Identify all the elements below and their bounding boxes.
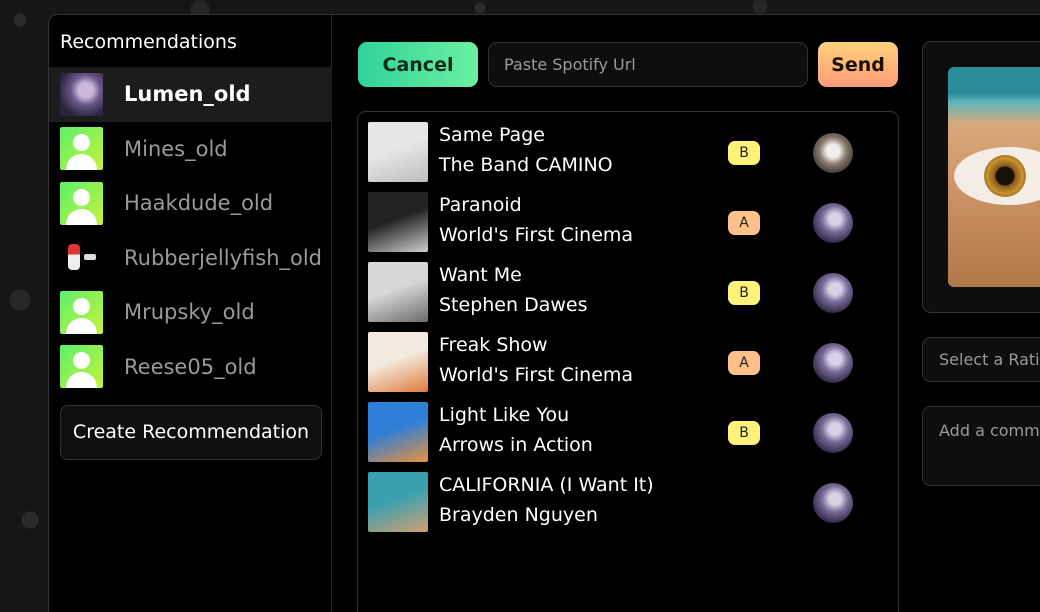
avatar-head (73, 352, 90, 370)
sidebar-item-user[interactable]: Rubberjellyfish_old (49, 231, 332, 286)
avatar-head (73, 297, 90, 315)
create-recommendation-button[interactable]: Create Recommendation (60, 405, 322, 460)
track-title: Want Me (439, 264, 522, 286)
sidebar-item-label: Mrupsky_old (124, 300, 255, 325)
track-title: Paranoid (439, 194, 522, 216)
sidebar-item-label: Haakdude_old (124, 191, 274, 216)
grade-badge: B (728, 141, 760, 165)
album-cover (368, 262, 428, 322)
grade-badge: B (728, 281, 760, 305)
album-cover (368, 122, 428, 182)
track-title: Freak Show (439, 334, 548, 356)
avatar-figure-detail (84, 254, 96, 261)
sidebar-item-user[interactable]: Haakdude_old (49, 176, 332, 231)
avatar-body (66, 208, 97, 225)
recommender-avatar (813, 413, 853, 453)
avatar-figure (68, 244, 80, 271)
sidebar-item-user[interactable]: Mrupsky_old (49, 285, 332, 340)
user-avatar (60, 181, 103, 225)
album-art-iris (984, 155, 1026, 197)
grade-badge: A (728, 211, 760, 235)
track-artist: Stephen Dawes (439, 294, 588, 316)
avatar-body (66, 317, 97, 334)
track-row[interactable]: Same Page The Band CAMINO B (368, 122, 888, 182)
recommender-avatar (813, 133, 853, 173)
sidebar: Recommendations Lumen_old Mines_old Haakdu… (49, 15, 332, 612)
user-avatar (60, 236, 103, 280)
album-art-eye (954, 147, 1040, 205)
grade-badge: A (728, 351, 760, 375)
sidebar-item-label: Lumen_old (124, 82, 251, 107)
avatar-head (73, 188, 90, 206)
spotify-url-input[interactable] (488, 42, 808, 87)
rating-select[interactable]: Select a Rating (922, 337, 1040, 382)
recommender-avatar (813, 343, 853, 383)
cancel-button[interactable]: Cancel (358, 42, 478, 87)
track-artist: The Band CAMINO (439, 154, 613, 176)
track-title: Light Like You (439, 404, 570, 426)
album-cover (368, 472, 428, 532)
track-artist: Brayden Nguyen (439, 504, 598, 526)
album-cover (368, 192, 428, 252)
sidebar-item-user[interactable]: Mines_old (49, 122, 332, 177)
sidebar-title: Recommendations (60, 31, 237, 53)
sidebar-item-label: Mines_old (124, 136, 228, 161)
user-avatar (60, 72, 103, 116)
avatar-body (66, 154, 97, 171)
album-cover (368, 332, 428, 392)
comment-input[interactable] (922, 406, 1040, 486)
app-window: Recommendations Lumen_old Mines_old Haakdu… (48, 14, 1040, 612)
track-row[interactable]: Paranoid World's First Cinema A (368, 192, 888, 252)
track-list: Same Page The Band CAMINO B Paranoid World's… (357, 111, 899, 612)
track-row[interactable]: Light Like You Arrows in Action B (368, 402, 888, 462)
track-row[interactable]: CALIFORNIA (I Want It) Brayden Nguyen (368, 472, 888, 532)
track-row[interactable]: Want Me Stephen Dawes B (368, 262, 888, 322)
recommender-avatar (813, 273, 853, 313)
album-art (948, 67, 1040, 287)
track-artist: World's First Cinema (439, 224, 634, 246)
user-avatar (60, 345, 103, 389)
sidebar-item-label: Reese05_old (124, 354, 257, 379)
sidebar-item-user[interactable]: Lumen_old (49, 67, 332, 122)
user-list: Lumen_old Mines_old Haakdude_old Rubberjell… (49, 67, 332, 394)
track-row[interactable]: Freak Show World's First Cinema A (368, 332, 888, 392)
sidebar-item-user[interactable]: Reese05_old (49, 340, 332, 395)
avatar-body (66, 372, 97, 389)
avatar-head (73, 134, 90, 152)
track-artist: Arrows in Action (439, 434, 593, 456)
recommender-avatar (813, 203, 853, 243)
track-title: CALIFORNIA (I Want It) (439, 474, 654, 496)
album-cover (368, 402, 428, 462)
user-avatar (60, 290, 103, 334)
send-button[interactable]: Send (818, 42, 898, 87)
grade-badge: B (728, 421, 760, 445)
track-artist: World's First Cinema (439, 364, 634, 386)
track-title: Same Page (439, 124, 545, 146)
sidebar-item-label: Rubberjellyfish_old (124, 245, 323, 270)
recommender-avatar (813, 483, 853, 523)
user-avatar (60, 127, 103, 171)
album-card (922, 41, 1040, 313)
